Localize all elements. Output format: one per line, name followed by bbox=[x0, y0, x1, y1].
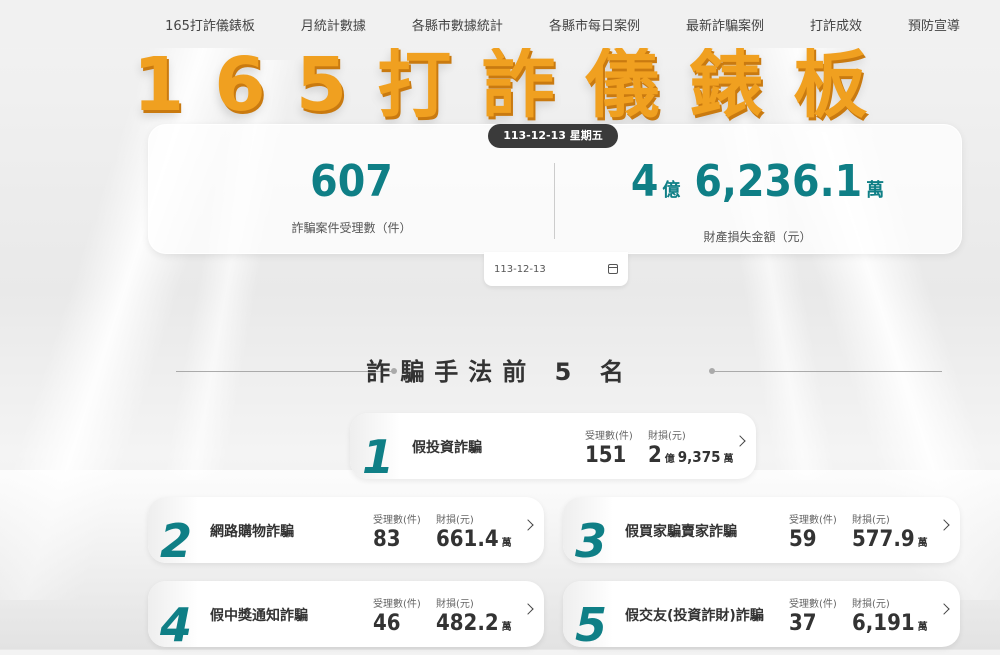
loss-stat-label: 財損(元) bbox=[436, 599, 474, 610]
cases-summary: 607 詐騙案件受理數（件） bbox=[149, 155, 554, 236]
fraud-type-name: 假中獎通知詐騙 bbox=[210, 608, 308, 624]
loss-wan-value: 6,236.1 bbox=[694, 156, 863, 207]
loss-stat-value: 2 億 9,375 萬 bbox=[648, 443, 736, 468]
cases-count: 607 bbox=[310, 156, 393, 207]
chevron-right-icon[interactable] bbox=[522, 519, 534, 531]
loss-stat-value: 6,191 萬 bbox=[852, 611, 931, 636]
rank-number: 2 bbox=[160, 514, 193, 568]
cases-label: 詐騙案件受理數（件） bbox=[291, 221, 412, 235]
loss-stat-value: 482.2 萬 bbox=[436, 611, 515, 636]
loss-summary: 4 億 6,236.1 萬 財產損失金額（元） bbox=[555, 155, 960, 245]
fraud-type-name: 假投資詐騙 bbox=[412, 440, 482, 456]
cases-stat-label: 受理數(件) bbox=[789, 599, 837, 610]
date-picker[interactable]: 113-12-13 bbox=[484, 252, 628, 286]
section-title: 詐騙手法前 5 名 bbox=[366, 358, 634, 386]
loss-stat-label: 財損(元) bbox=[852, 515, 890, 526]
loss-main: 2 bbox=[648, 443, 662, 468]
loss-main-unit: 萬 bbox=[501, 622, 512, 633]
loss-main-unit: 萬 bbox=[917, 622, 928, 633]
loss-sub: 9,375 bbox=[677, 448, 721, 466]
loss-main-unit: 萬 bbox=[917, 538, 928, 549]
loss-main: 6,191 bbox=[852, 611, 915, 636]
cases-stat-label: 受理數(件) bbox=[373, 515, 421, 526]
loss-label: 財產損失金額（元） bbox=[703, 230, 812, 244]
loss-stat-label: 財損(元) bbox=[852, 599, 890, 610]
rank-number: 3 bbox=[575, 514, 608, 568]
chevron-right-icon[interactable] bbox=[938, 519, 950, 531]
cases-stat-value: 46 bbox=[373, 611, 401, 636]
date-picker-value: 113-12-13 bbox=[494, 263, 546, 275]
loss-wan-unit: 萬 bbox=[866, 180, 885, 201]
rank-number: 1 bbox=[362, 430, 395, 484]
cases-stat-value: 151 bbox=[585, 443, 627, 468]
nav-item-dashboard[interactable]: 165打詐儀錶板 bbox=[165, 15, 255, 34]
date-badge: 113-12-13 星期五 bbox=[488, 124, 618, 148]
cases-stat-label: 受理數(件) bbox=[373, 599, 421, 610]
loss-sub-unit: 萬 bbox=[723, 454, 734, 465]
fraud-card-5[interactable]: 5 假交友(投資詐財)詐騙 受理數(件) 37 財損(元) 6,191 萬 bbox=[563, 581, 960, 652]
cases-stat-value: 83 bbox=[373, 527, 401, 552]
cases-stat-label: 受理數(件) bbox=[585, 431, 633, 442]
loss-main-unit: 億 bbox=[664, 454, 675, 465]
nav-item-latest-cases[interactable]: 最新詐騙案例 bbox=[686, 15, 764, 34]
section-divider-right bbox=[709, 368, 942, 374]
loss-stat-label: 財損(元) bbox=[648, 431, 686, 442]
cases-stat-value: 59 bbox=[789, 527, 817, 552]
nav-item-county-stats[interactable]: 各縣市數據統計 bbox=[412, 15, 503, 34]
loss-main-unit: 萬 bbox=[501, 538, 512, 549]
fraud-card-4[interactable]: 4 假中獎通知詐騙 受理數(件) 46 財損(元) 482.2 萬 bbox=[148, 581, 544, 652]
nav-item-county-daily[interactable]: 各縣市每日案例 bbox=[549, 15, 640, 34]
rank-number: 4 bbox=[160, 598, 193, 652]
cases-stat-value: 37 bbox=[789, 611, 817, 636]
top-nav: 165打詐儀錶板 月統計數據 各縣市數據統計 各縣市每日案例 最新詐騙案例 打詐… bbox=[0, 0, 1000, 48]
fraud-type-name: 網路購物詐騙 bbox=[210, 524, 294, 540]
loss-stat-label: 財損(元) bbox=[436, 515, 474, 526]
loss-main: 661.4 bbox=[436, 527, 499, 552]
fraud-card-2[interactable]: 2 網路購物詐騙 受理數(件) 83 財損(元) 661.4 萬 bbox=[148, 497, 544, 568]
nav-item-monthly-stats[interactable]: 月統計數據 bbox=[301, 15, 366, 34]
loss-yi-unit: 億 bbox=[662, 180, 681, 201]
fraud-card-1[interactable]: 1 假投資詐騙 受理數(件) 151 財損(元) 2 億 9,375 萬 bbox=[350, 413, 756, 484]
nav-item-prevention[interactable]: 預防宣導 bbox=[908, 15, 960, 34]
chevron-right-icon[interactable] bbox=[938, 603, 950, 615]
loss-main: 482.2 bbox=[436, 611, 499, 636]
page-title: 165打詐儀錶板 bbox=[132, 42, 898, 128]
fraud-type-name: 假買家騙賣家詐騙 bbox=[625, 524, 737, 540]
loss-main: 577.9 bbox=[852, 527, 915, 552]
loss-amount: 4 億 6,236.1 萬 bbox=[555, 155, 960, 218]
fraud-card-3[interactable]: 3 假買家騙賣家詐騙 受理數(件) 59 財損(元) 577.9 萬 bbox=[563, 497, 960, 568]
calendar-icon[interactable] bbox=[608, 264, 618, 274]
rank-number: 5 bbox=[575, 598, 608, 652]
loss-stat-value: 577.9 萬 bbox=[852, 527, 931, 552]
fraud-type-name: 假交友(投資詐財)詐騙 bbox=[625, 608, 764, 624]
loss-stat-value: 661.4 萬 bbox=[436, 527, 515, 552]
cases-stat-label: 受理數(件) bbox=[789, 515, 837, 526]
nav-item-results[interactable]: 打詐成效 bbox=[810, 15, 862, 34]
loss-yi-value: 4 bbox=[630, 156, 659, 207]
chevron-right-icon[interactable] bbox=[522, 603, 534, 615]
